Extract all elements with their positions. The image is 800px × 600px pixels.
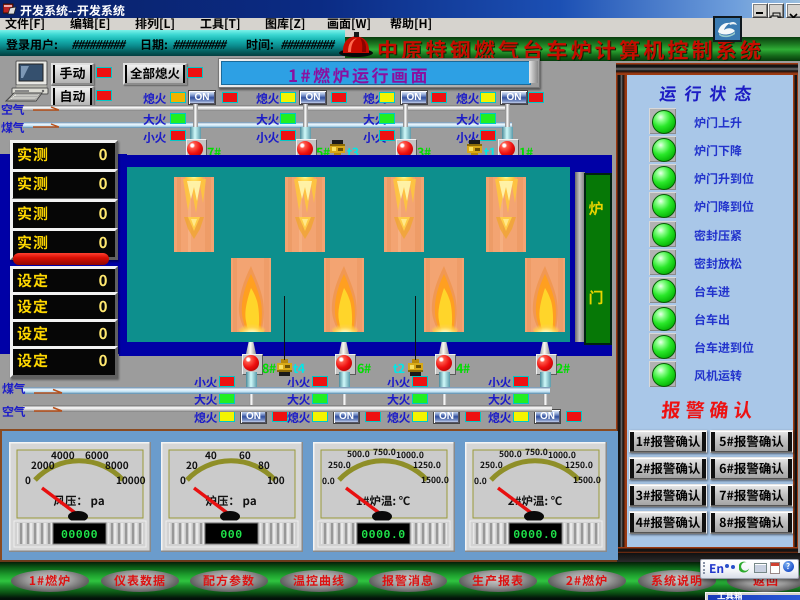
svg-text:500.0: 500.0 [347, 448, 370, 460]
svg-text:1250.0: 1250.0 [565, 459, 593, 471]
svg-text:000: 000 [220, 529, 242, 542]
svg-text:80: 80 [258, 457, 270, 472]
svg-text:250.0: 250.0 [480, 459, 503, 471]
svg-text:500.0: 500.0 [499, 448, 522, 460]
svg-text:0: 0 [180, 472, 186, 487]
svg-text:00000: 00000 [61, 529, 98, 542]
svg-text:20: 20 [186, 457, 198, 472]
svg-text:750.0: 750.0 [525, 446, 548, 458]
svg-text:0.0: 0.0 [474, 475, 487, 487]
svg-text:10000: 10000 [116, 472, 146, 487]
svg-text:1500.0: 1500.0 [421, 474, 449, 486]
svg-text:100: 100 [267, 472, 285, 487]
svg-text:8000: 8000 [105, 457, 129, 472]
svg-text:750.0: 750.0 [373, 446, 396, 458]
svg-text:60: 60 [239, 447, 251, 462]
svg-text:4000: 4000 [51, 447, 75, 462]
svg-text:1500.0: 1500.0 [573, 474, 601, 486]
svg-text:0000.0: 0000.0 [513, 529, 557, 542]
svg-text:0: 0 [25, 472, 31, 487]
svg-text:1250.0: 1250.0 [413, 459, 441, 471]
svg-text:0.0: 0.0 [322, 475, 335, 487]
svg-text:0000.0: 0000.0 [361, 529, 405, 542]
svg-text:40: 40 [205, 447, 217, 462]
svg-text:250.0: 250.0 [328, 459, 351, 471]
